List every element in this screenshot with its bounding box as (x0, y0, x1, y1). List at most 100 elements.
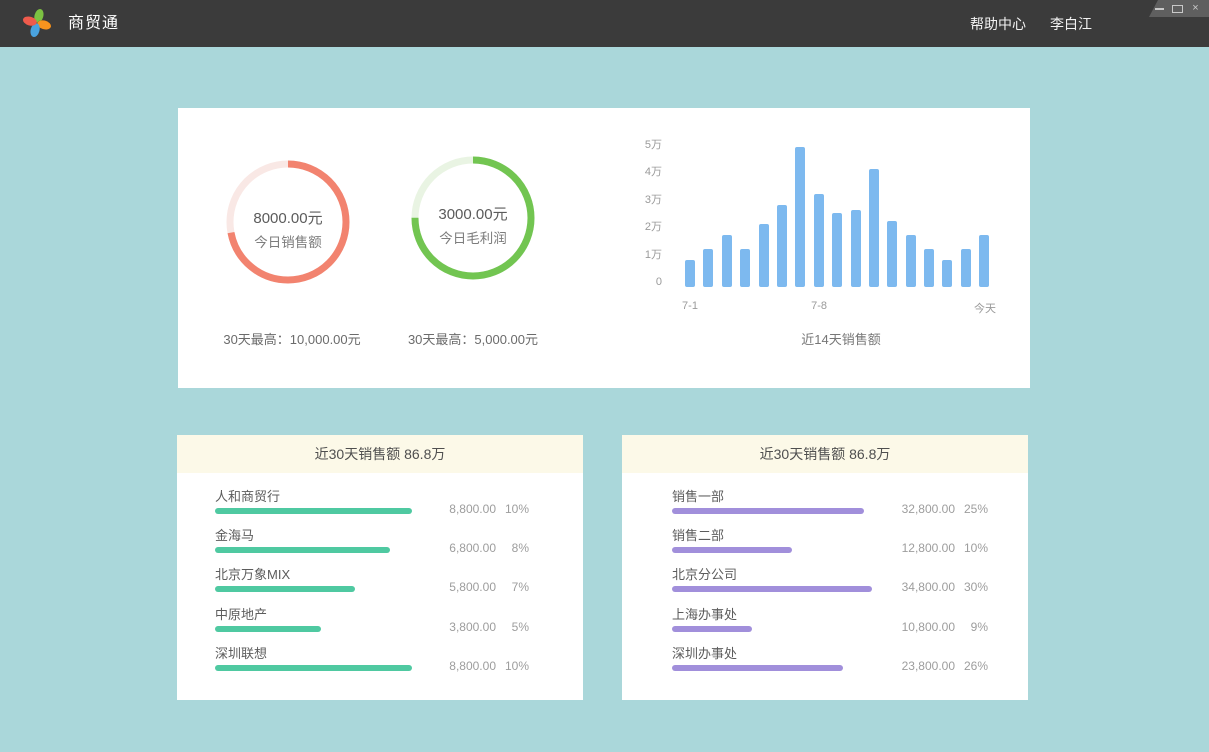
ranking-item-percent: 10% (496, 659, 529, 673)
ranking-item-name: 深圳联想 (215, 643, 267, 662)
ranking-item-percent: 10% (496, 502, 529, 516)
ranking-item-bar (672, 586, 872, 592)
customer-ranking-card: 近30天销售额 86.8万 人和商贸行 8,800.00 10% 金海马 6,8… (177, 435, 583, 700)
ranking-item-amount: 5,800.00 (426, 580, 496, 594)
ranking-item-percent: 7% (496, 580, 529, 594)
sales-bar (979, 235, 989, 287)
today-profit-gauge: 3000.00元 今日毛利润 (403, 148, 543, 288)
ranking-item-amount: 10,800.00 (885, 620, 955, 634)
x-axis-tick: 7-1 (660, 300, 720, 312)
ranking-item-percent: 30% (955, 580, 988, 594)
ranking-item-amount: 34,800.00 (885, 580, 955, 594)
ranking-item-value: 5,800.00 7% (426, 580, 529, 594)
ranking-item-amount: 32,800.00 (885, 502, 955, 516)
ranking-item-amount: 23,800.00 (885, 659, 955, 673)
sales-bar (759, 224, 769, 287)
ranking-row: 深圳联想 8,800.00 10% (177, 642, 583, 681)
help-center-link[interactable]: 帮助中心 (970, 14, 1026, 34)
ranking-item-amount: 6,800.00 (426, 541, 496, 555)
ranking-item-bar (672, 547, 792, 553)
y-axis-tick: 2万 (618, 221, 662, 233)
ranking-row: 深圳办事处 23,800.00 26% (622, 642, 1028, 681)
y-axis-tick: 3万 (618, 194, 662, 206)
ranking-item-value: 8,800.00 10% (426, 502, 529, 516)
bar-chart-bars (685, 108, 997, 287)
ranking-item-name: 中原地产 (215, 604, 267, 623)
ranking-row: 北京分公司 34,800.00 30% (622, 563, 1028, 602)
ranking-item-name: 深圳办事处 (672, 643, 737, 662)
ranking-row: 中原地产 3,800.00 5% (177, 603, 583, 642)
today-sales-gauge: 8000.00元 今日销售额 (218, 152, 358, 292)
x-axis-tick: 今天 (955, 300, 1015, 316)
ranking-item-value: 12,800.00 10% (885, 541, 988, 555)
sales-bar (851, 210, 861, 287)
ranking-item-bar (215, 665, 412, 671)
ranking-item-bar (215, 547, 390, 553)
app-title: 商贸通 (68, 0, 119, 47)
pinwheel-logo-icon (22, 8, 52, 38)
ranking-row: 北京万象MIX 5,800.00 7% (177, 563, 583, 602)
ranking-item-amount: 3,800.00 (426, 620, 496, 634)
minimize-icon[interactable] (1154, 3, 1165, 14)
x-axis-tick: 7-8 (789, 300, 849, 312)
sales-bar (722, 235, 732, 287)
ranking-item-value: 32,800.00 25% (885, 502, 988, 516)
ranking-item-bar (672, 665, 843, 671)
ranking-item-name: 金海马 (215, 525, 254, 544)
ranking-item-bar (215, 626, 321, 632)
ranking-item-percent: 26% (955, 659, 988, 673)
ranking-item-value: 6,800.00 8% (426, 541, 529, 555)
customer-ranking-title: 近30天销售额 86.8万 (177, 435, 583, 473)
sales-bar (703, 249, 713, 288)
ranking-row: 金海马 6,800.00 8% (177, 524, 583, 563)
overview-panel: 8000.00元 今日销售额 3000.00元 今日毛利润 30天最高：10,0… (178, 108, 1030, 388)
ranking-item-amount: 12,800.00 (885, 541, 955, 555)
ranking-item-name: 人和商贸行 (215, 486, 280, 505)
app-header: 商贸通 帮助中心 李白江 × (0, 0, 1209, 47)
header-links: 帮助中心 李白江 (970, 0, 1092, 47)
ranking-item-percent: 10% (955, 541, 988, 555)
ranking-item-value: 3,800.00 5% (426, 620, 529, 634)
ranking-row: 人和商贸行 8,800.00 10% (177, 485, 583, 524)
window-controls: × (1149, 0, 1209, 17)
ranking-item-bar (672, 626, 752, 632)
ranking-item-amount: 8,800.00 (426, 502, 496, 516)
ranking-row: 销售一部 32,800.00 25% (622, 485, 1028, 524)
today-sales-label: 今日销售额 (218, 231, 358, 251)
department-ranking-title: 近30天销售额 86.8万 (622, 435, 1028, 473)
ranking-item-value: 23,800.00 26% (885, 659, 988, 673)
y-axis-tick: 1万 (618, 249, 662, 261)
sales-bar (887, 221, 897, 287)
ranking-row: 上海办事处 10,800.00 9% (622, 603, 1028, 642)
close-icon[interactable]: × (1190, 3, 1201, 14)
sales-bar (777, 205, 787, 288)
y-axis-tick: 0 (618, 276, 662, 288)
sales-bar (832, 213, 842, 287)
sales-30day-max-caption: 30天最高：10,000.00元 (197, 329, 387, 348)
sales-bar (906, 235, 916, 287)
today-profit-label: 今日毛利润 (403, 227, 543, 247)
ranking-item-amount: 8,800.00 (426, 659, 496, 673)
ranking-item-bar (215, 508, 412, 514)
ranking-item-percent: 5% (496, 620, 529, 634)
maximize-icon[interactable] (1172, 3, 1183, 14)
user-name-link[interactable]: 李白江 (1050, 14, 1092, 34)
customer-ranking-list: 人和商贸行 8,800.00 10% 金海马 6,800.00 8% 北京万象M… (177, 473, 583, 681)
app-window: 商贸通 帮助中心 李白江 × 8000.00元 今日销售额 3000.00元 (0, 0, 1209, 752)
ranking-item-percent: 9% (955, 620, 988, 634)
ranking-item-bar (672, 508, 864, 514)
today-sales-value: 8000.00元 (218, 207, 358, 228)
sales-bar (814, 194, 824, 288)
ranking-item-name: 销售一部 (672, 486, 724, 505)
ranking-item-value: 34,800.00 30% (885, 580, 988, 594)
ranking-item-value: 8,800.00 10% (426, 659, 529, 673)
ranking-row: 销售二部 12,800.00 10% (622, 524, 1028, 563)
profit-30day-max-caption: 30天最高：5,000.00元 (378, 329, 568, 348)
sales-bar (942, 260, 952, 288)
sales-bar (795, 147, 805, 287)
ranking-item-bar (215, 586, 355, 592)
department-ranking-list: 销售一部 32,800.00 25% 销售二部 12,800.00 10% 北京… (622, 473, 1028, 681)
ranking-item-percent: 25% (955, 502, 988, 516)
ranking-item-name: 北京分公司 (672, 564, 737, 583)
today-profit-value: 3000.00元 (403, 203, 543, 224)
